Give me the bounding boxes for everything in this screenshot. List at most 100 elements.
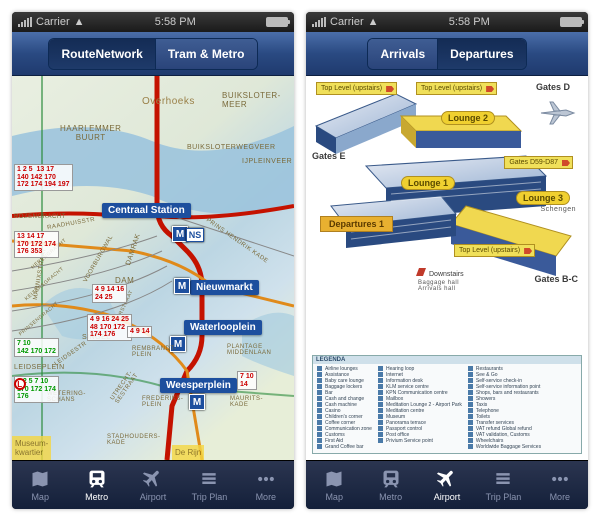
tab-more[interactable]: More xyxy=(238,461,294,509)
metro-icon xyxy=(378,468,404,490)
station-nieuwmarkt[interactable]: Nieuwmarkt xyxy=(190,280,259,295)
airport-icon xyxy=(434,468,460,490)
battery-icon xyxy=(266,17,288,27)
area-plantage: PLANTAGE MIDDENLAAN xyxy=(227,344,271,356)
tab-label: Metro xyxy=(85,492,108,502)
callout-toplevel-2: Top Level (upstairs) xyxy=(416,82,497,95)
tab-label: Trip Plan xyxy=(192,492,228,502)
ns-badge: NS xyxy=(186,228,204,242)
legend-col-3: RestaurantsSee & GoSelf-service check-in… xyxy=(468,366,541,450)
area-derijn: De Rijn xyxy=(172,445,204,460)
lines-block-g: 7 10 14 xyxy=(237,371,257,390)
battery-icon xyxy=(560,17,582,27)
legend-item: Worldwide Baggage Services xyxy=(468,444,541,450)
seg-tram-metro[interactable]: Tram & Metro xyxy=(155,39,257,69)
area-buiksloterweg: BUIKSLOTERWEGVEER xyxy=(187,144,276,151)
nav-bar: Arrivals Departures xyxy=(306,32,588,76)
tab-metro[interactable]: Metro xyxy=(362,461,418,509)
status-bar: Carrier ▲ 5:58 PM xyxy=(306,12,588,32)
tab-tripplan[interactable]: Trip Plan xyxy=(475,461,531,509)
tab-map[interactable]: Map xyxy=(306,461,362,509)
area-ijpleinveer: IJPLEINVEER xyxy=(242,158,292,165)
label-schengen: Schengen xyxy=(540,206,576,213)
map-icon xyxy=(321,468,347,490)
area-haarlemmer: HAARLEMMER BUURT xyxy=(60,124,121,142)
lines-block-a: 1 2 5 13 17 140 142 170 172 174 194 197 xyxy=(14,164,73,191)
tab-map[interactable]: Map xyxy=(12,461,68,509)
lines-block-d: 4 9 14 16 24 25 xyxy=(92,284,127,303)
label-baggage: Baggage hall Arrivals hall xyxy=(418,280,459,292)
seg-departures[interactable]: Departures xyxy=(437,39,525,69)
area-buikslotermeer: BUIKSLOTER- MEER xyxy=(222,91,281,109)
area-rembrandtpl: REMBRANDT- PLEIN xyxy=(132,346,177,358)
signal-icon xyxy=(18,17,32,27)
station-centraal[interactable]: Centraal Station xyxy=(102,203,191,218)
tab-label: Metro xyxy=(379,492,402,502)
callout-gates-d59: Gates D59-D87 xyxy=(504,156,573,169)
label-gates-e: Gates E xyxy=(312,151,346,161)
area-rozengr: ROZENGRACHT xyxy=(14,214,66,220)
carrier-label: Carrier xyxy=(36,16,70,28)
tab-label: Airport xyxy=(434,492,461,502)
nav-bar: RouteNetwork Tram & Metro xyxy=(12,32,294,76)
area-museumkwartier: Museum- kwartier xyxy=(12,436,51,460)
metro-badge-nieuwmarkt[interactable]: M xyxy=(174,278,190,294)
metro-icon xyxy=(84,468,110,490)
airport-icon xyxy=(140,468,166,490)
lines-block-e: 4 9 16 24 25 48 170 172 174 176 xyxy=(87,314,132,341)
label-departures-1[interactable]: Departures 1 xyxy=(320,216,393,232)
segmented-control: Arrivals Departures xyxy=(367,38,526,70)
label-gates-d: Gates D xyxy=(536,82,570,92)
seg-arrivals[interactable]: Arrivals xyxy=(368,39,437,69)
airport-map-view[interactable]: Top Level (upstairs) Top Level (upstairs… xyxy=(306,76,588,460)
callout-toplevel-1: Top Level (upstairs) xyxy=(316,82,397,95)
label-gates-bc: Gates B-C xyxy=(534,274,578,284)
tab-label: Map xyxy=(31,492,49,502)
signal-icon xyxy=(312,17,326,27)
seg-routenetwork[interactable]: RouteNetwork xyxy=(49,39,154,69)
phone-right: Carrier ▲ 5:58 PM Arrivals Departures xyxy=(306,12,588,509)
lines-block-h: 4 9 14 xyxy=(127,326,152,338)
callout-downstairs: Downstairs xyxy=(416,268,464,278)
more-icon xyxy=(547,468,573,490)
tab-label: Map xyxy=(325,492,343,502)
callout-toplevel-3: Top Level (upstairs) xyxy=(454,244,535,257)
lines-block-b: 13 14 17 170 172 174 176 353 xyxy=(14,231,59,258)
label-lounge-2[interactable]: Lounge 2 xyxy=(441,111,495,125)
wifi-icon: ▲ xyxy=(368,16,379,28)
legend-title: LEGENDA xyxy=(313,356,581,364)
tab-bar: Map Metro Airport Trip Plan More xyxy=(306,460,588,509)
tab-airport[interactable]: Airport xyxy=(125,461,181,509)
tab-label: More xyxy=(256,492,277,502)
segmented-control: RouteNetwork Tram & Metro xyxy=(48,38,257,70)
leidseplein-node-icon: L xyxy=(14,378,26,390)
tab-more[interactable]: More xyxy=(532,461,588,509)
tab-label: Airport xyxy=(140,492,167,502)
lines-block-c: 7 10 142 170 172 xyxy=(14,338,59,357)
list-icon xyxy=(196,468,222,490)
tab-tripplan[interactable]: Trip Plan xyxy=(181,461,237,509)
metro-badge-weesperplein[interactable]: M xyxy=(189,394,205,410)
area-overhoeks: Overhoeks xyxy=(142,96,195,107)
station-weesperplein[interactable]: Weesperplein xyxy=(160,378,237,393)
map-icon xyxy=(27,468,53,490)
list-icon xyxy=(490,468,516,490)
airplane-icon xyxy=(536,98,576,128)
station-waterlooplein[interactable]: Waterlooplein xyxy=(184,320,262,335)
tab-bar: Map Metro Airport Trip Plan More xyxy=(12,460,294,509)
label-lounge-3[interactable]: Lounge 3 xyxy=(516,191,570,205)
wifi-icon: ▲ xyxy=(74,16,85,28)
area-stadhouderskade: STADHOUDERS- KADE xyxy=(107,434,161,446)
clock: 5:58 PM xyxy=(449,16,490,28)
legend-col-2: Hearing loopInternetInformation deskKLM … xyxy=(378,366,462,450)
carrier-label: Carrier xyxy=(330,16,364,28)
tab-label: More xyxy=(550,492,571,502)
more-icon xyxy=(253,468,279,490)
label-lounge-1[interactable]: Lounge 1 xyxy=(401,176,455,190)
tab-label: Trip Plan xyxy=(486,492,522,502)
tab-metro[interactable]: Metro xyxy=(68,461,124,509)
metro-map-view[interactable]: Centraal Station M NS Nieuwmarkt M Water… xyxy=(12,76,294,460)
legend-box: LEGENDA Airline loungesAssistanceBaby ca… xyxy=(312,355,582,454)
tab-airport[interactable]: Airport xyxy=(419,461,475,509)
status-bar: Carrier ▲ 5:58 PM xyxy=(12,12,294,32)
